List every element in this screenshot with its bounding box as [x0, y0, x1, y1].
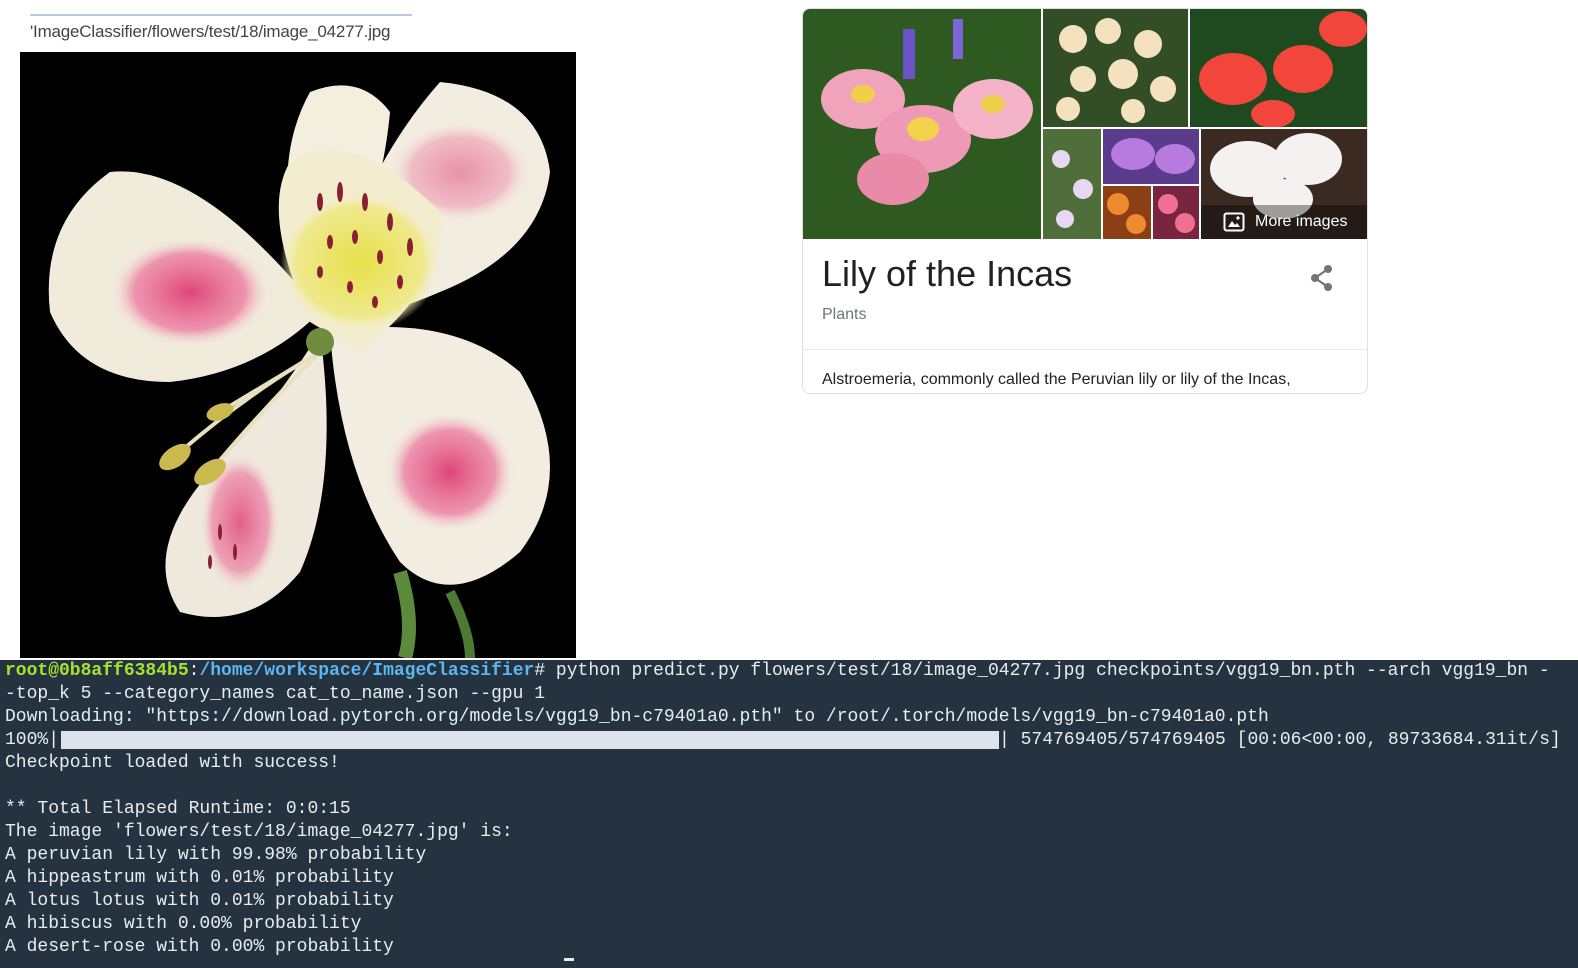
prediction-line: A desert-rose with 0.00% probability	[5, 937, 394, 957]
panel-subtitle: Plants	[822, 306, 867, 323]
terminal-cursor	[564, 958, 574, 961]
runtime-line: ** Total Elapsed Runtime: 0:0:15	[5, 799, 351, 819]
image-file-path: 'ImageClassifier/flowers/test/18/image_0…	[30, 22, 391, 41]
download-line: Downloading: "https://download.pytorch.o…	[5, 707, 1269, 727]
panel-title: Lily of the Incas	[822, 253, 1073, 294]
path-underline	[30, 14, 412, 16]
panel-divider	[803, 349, 1367, 350]
terminal[interactable]: root@0b8aff6384b5:/home/workspace/ImageC…	[0, 660, 1578, 968]
prediction-line: A lotus lotus with 0.01% probability	[5, 891, 394, 911]
panel-description: Alstroemeria, commonly called the Peruvi…	[822, 371, 1291, 388]
progress-suffix: | 574769405/574769405 [00:06<00:00, 8973…	[999, 730, 1561, 750]
prediction-line: A peruvian lily with 99.98% probability	[5, 845, 427, 865]
share-icon[interactable]	[1308, 264, 1336, 292]
image-icon	[1223, 212, 1245, 232]
progress-prefix: 100%|	[5, 730, 60, 750]
command-text: python predict.py flowers/test/18/image_…	[545, 661, 1550, 681]
knowledge-panel: More images Lily of the Incas Plants Als…	[802, 8, 1368, 394]
command-line: root@0b8aff6384b5:/home/workspace/ImageC…	[5, 660, 1550, 683]
result-header: The image 'flowers/test/18/image_04277.j…	[5, 822, 513, 842]
prompt-user: root@0b8aff6384b5	[5, 661, 189, 681]
prompt-symbol: #	[534, 661, 546, 681]
flower-photo	[20, 52, 576, 658]
checkpoint-line: Checkpoint loaded with success!	[5, 753, 340, 773]
prompt-separator: :	[188, 661, 200, 681]
download-progress-bar	[61, 731, 999, 749]
more-images-button[interactable]: More images	[1195, 205, 1367, 239]
command-continuation: -top_k 5 --category_names cat_to_name.js…	[5, 684, 546, 704]
prediction-line: A hippeastrum with 0.01% probability	[5, 868, 394, 888]
more-images-label: More images	[1255, 213, 1348, 230]
prediction-line: A hibiscus with 0.00% probability	[5, 914, 362, 934]
prompt-path: /home/workspace/ImageClassifier	[199, 661, 535, 681]
